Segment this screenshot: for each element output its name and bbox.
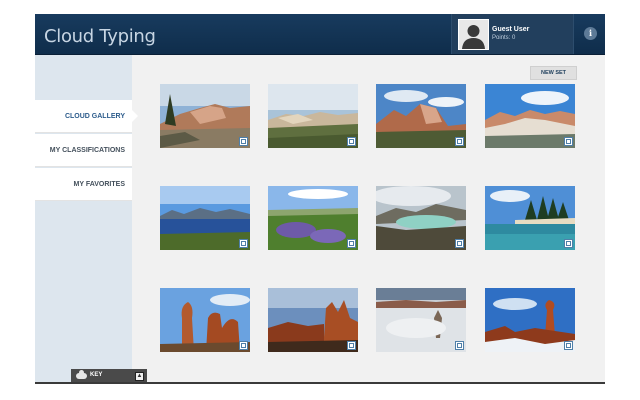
- sidebar-item-label: CLOUD GALLERY: [64, 113, 125, 120]
- up-arrow-icon[interactable]: ▲: [135, 372, 144, 381]
- app-title: Cloud Typing: [44, 26, 156, 47]
- gallery-thumbnail[interactable]: [160, 84, 250, 148]
- user-silhouette-icon: [458, 19, 489, 50]
- gallery-thumbnail[interactable]: [268, 84, 358, 148]
- gallery-thumbnail[interactable]: [376, 288, 466, 352]
- gallery-thumbnail[interactable]: [268, 288, 358, 352]
- expand-icon[interactable]: [347, 341, 356, 350]
- gallery-thumbnail[interactable]: [376, 186, 466, 250]
- expand-icon[interactable]: [455, 137, 464, 146]
- header-bar: Cloud Typing Guest User Points: 0 i: [35, 14, 605, 55]
- gallery-thumbnail[interactable]: [376, 84, 466, 148]
- expand-icon[interactable]: [239, 239, 248, 248]
- sidebar-item-cloud-gallery[interactable]: CLOUD GALLERY: [35, 100, 138, 133]
- expand-icon[interactable]: [455, 341, 464, 350]
- gallery-thumbnail[interactable]: [268, 186, 358, 250]
- gallery-thumbnail[interactable]: [485, 186, 575, 250]
- sidebar-item-my-favorites[interactable]: MY FAVORITES: [35, 168, 132, 201]
- info-button[interactable]: i: [573, 14, 605, 54]
- user-name: Guest User: [492, 26, 530, 33]
- expand-icon[interactable]: [564, 137, 573, 146]
- expand-icon[interactable]: [564, 341, 573, 350]
- gallery-thumbnail[interactable]: [485, 288, 575, 352]
- gallery-thumbnail[interactable]: [485, 84, 575, 148]
- gallery-thumbnail[interactable]: [160, 186, 250, 250]
- sidebar-item-label: MY CLASSIFICATIONS: [49, 147, 125, 154]
- expand-icon[interactable]: [455, 239, 464, 248]
- new-set-button[interactable]: NEW SET: [530, 66, 577, 80]
- user-account-box[interactable]: Guest User Points: 0: [451, 14, 573, 54]
- gallery-thumbnail[interactable]: [160, 288, 250, 352]
- sidebar-item-my-classifications[interactable]: MY CLASSIFICATIONS: [35, 134, 132, 167]
- expand-icon[interactable]: [239, 137, 248, 146]
- expand-icon[interactable]: [347, 239, 356, 248]
- key-label: KEY: [90, 372, 103, 378]
- active-indicator-arrow: [132, 110, 138, 122]
- expand-icon[interactable]: [564, 239, 573, 248]
- user-points: Points: 0: [492, 35, 516, 41]
- expand-icon[interactable]: [239, 341, 248, 350]
- sidebar: CLOUD GALLERY MY CLASSIFICATIONS MY FAVO…: [35, 55, 138, 384]
- sidebar-item-label: MY FAVORITES: [73, 181, 125, 188]
- expand-icon[interactable]: [347, 137, 356, 146]
- app-window: Cloud Typing Guest User Points: 0 i CLOU…: [35, 14, 605, 384]
- info-icon: i: [584, 27, 597, 40]
- footer-bar: [35, 382, 605, 384]
- cloud-icon: [76, 370, 87, 379]
